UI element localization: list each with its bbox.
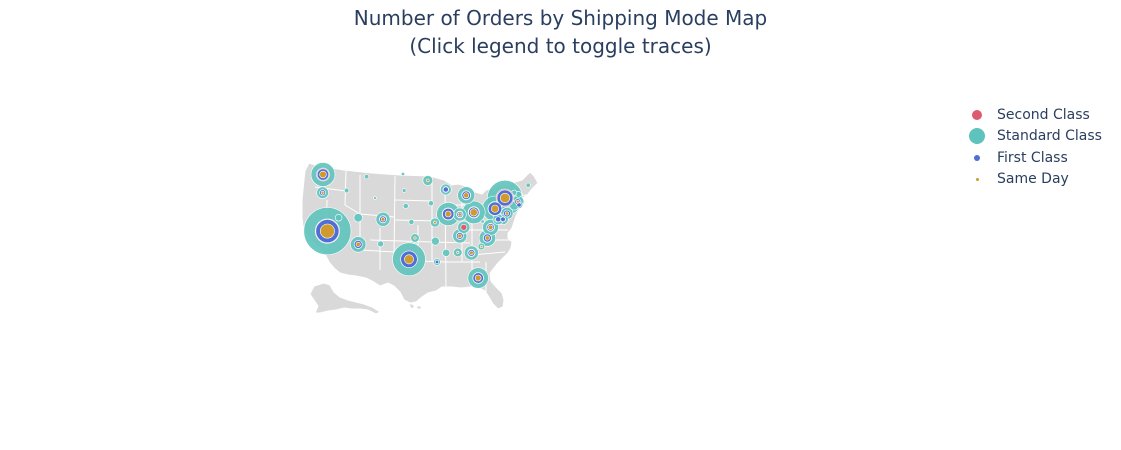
marker-same-day-california[interactable] [319,223,335,239]
marker-same-day-indiana[interactable] [457,212,462,217]
marker-standard-class-mississippi[interactable] [442,248,451,257]
legend-dot-standard-class [969,128,985,145]
hawaii-land [410,304,421,309]
marker-same-day-south-carolina[interactable] [479,245,483,249]
marker-standard-class-maine[interactable] [525,182,531,188]
legend-marker-same-day [962,169,992,189]
legend-marker-second-class [962,105,992,125]
marker-same-day-north-carolina[interactable] [484,235,490,241]
marker-standard-class-kansas[interactable] [408,219,415,225]
legend-dot-same-day [975,177,979,181]
marker-standard-class-new-mexico[interactable] [377,240,384,248]
legend-label-same-day: Same Day [997,171,1069,188]
marker-same-day-virginia[interactable] [487,224,494,231]
alaska-land [309,282,382,315]
marker-same-day-missouri[interactable] [433,220,437,225]
marker-same-day-washington[interactable] [319,170,327,179]
legend-label-standard-class: Standard Class [997,128,1102,145]
legend-item-second-class[interactable]: Second Class [962,104,1102,126]
legend-label-second-class: Second Class [997,106,1090,123]
marker-same-day-tennessee[interactable] [457,233,462,239]
marker-same-day-colorado[interactable] [380,217,386,222]
marker-standard-class-iowa[interactable] [428,200,434,207]
legend-label-first-class: First Class [997,149,1068,166]
marker-same-day-massachusetts[interactable] [515,199,520,204]
marker-same-day-michigan[interactable] [463,192,470,199]
legend-item-same-day[interactable]: Same Day [962,169,1102,191]
marker-first-class-maryland[interactable] [495,216,502,223]
marker-same-day-alabama[interactable] [456,250,460,254]
marker-standard-class-utah[interactable] [353,213,363,223]
marker-same-day-new-york[interactable] [499,192,511,204]
legend-item-first-class[interactable]: First Class [962,147,1102,169]
legend-marker-standard-class [962,126,992,146]
marker-same-day-florida[interactable] [474,274,482,282]
marker-same-day-new-jersey[interactable] [504,211,509,216]
marker-standard-class-west-virginia[interactable] [480,219,485,224]
marker-same-day-oregon[interactable] [320,190,325,195]
marker-standard-class-nebraska[interactable] [402,203,409,209]
marker-standard-class-arkansas[interactable] [431,236,440,246]
marker-standard-class-montana[interactable] [364,174,370,180]
legend[interactable]: Second Class Standard Class First Class … [962,104,1102,190]
marker-standard-class-wyoming[interactable] [373,196,377,200]
marker-standard-class-south-dakota[interactable] [402,188,407,193]
marker-same-day-georgia[interactable] [469,250,474,256]
marker-same-day-minnesota[interactable] [426,178,430,183]
legend-item-standard-class[interactable]: Standard Class [962,126,1102,148]
marker-first-class-delaware[interactable] [500,216,506,223]
marker-same-day-ohio[interactable] [469,208,478,217]
marker-same-day-oklahoma[interactable] [413,236,417,240]
marker-same-day-texas[interactable] [404,254,414,265]
usa-map[interactable] [0,0,1121,450]
marker-same-day-arizona[interactable] [355,241,361,247]
marker-standard-class-nevada[interactable] [334,214,343,222]
marker-same-day-pennsylvania[interactable] [490,204,499,213]
marker-first-class-wisconsin[interactable] [442,186,449,193]
legend-dot-first-class [974,154,980,161]
marker-standard-class-idaho[interactable] [343,187,350,194]
legend-marker-first-class [962,148,992,168]
marker-second-class-kentucky[interactable] [460,224,468,231]
marker-standard-class-north-dakota[interactable] [400,172,405,177]
marker-same-day-illinois[interactable] [444,210,452,218]
legend-dot-second-class [972,109,982,120]
marker-first-class-louisiana[interactable] [434,259,439,264]
